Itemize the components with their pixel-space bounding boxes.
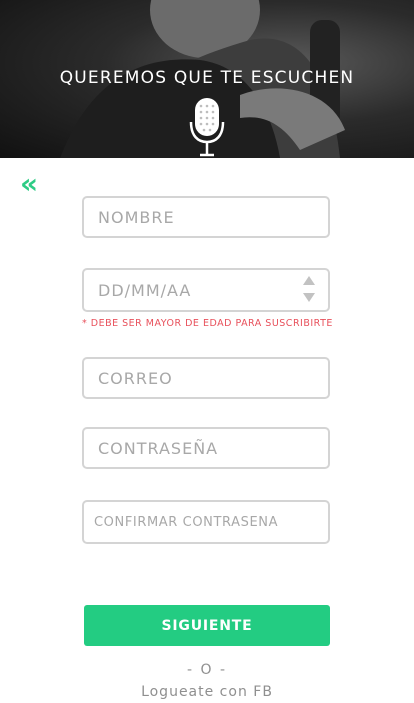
double-chevron-left-icon: « xyxy=(20,167,39,200)
birthdate-field[interactable] xyxy=(82,268,330,312)
date-spinner[interactable] xyxy=(302,276,316,304)
facebook-login-link[interactable]: Logueate con FB xyxy=(0,684,414,700)
password-field[interactable] xyxy=(82,427,330,469)
birthdate-control xyxy=(82,268,330,312)
email-field[interactable] xyxy=(82,357,330,399)
age-requirement-note: * DEBE SER MAYOR DE EDAD PARA SUSCRIBIRT… xyxy=(82,318,333,329)
header-banner: QUEREMOS QUE TE ESCUCHEN xyxy=(0,0,414,158)
spinner-down-icon[interactable] xyxy=(303,293,315,302)
microphone-icon xyxy=(189,98,225,157)
header-title: QUEREMOS QUE TE ESCUCHEN xyxy=(59,68,355,88)
back-button[interactable]: « xyxy=(20,170,38,198)
or-separator: - O - xyxy=(186,662,228,678)
spinner-up-icon[interactable] xyxy=(303,276,315,285)
next-button[interactable]: SIGUIENTE xyxy=(84,605,330,646)
name-field[interactable] xyxy=(82,196,330,238)
confirm-password-field[interactable] xyxy=(82,500,330,544)
